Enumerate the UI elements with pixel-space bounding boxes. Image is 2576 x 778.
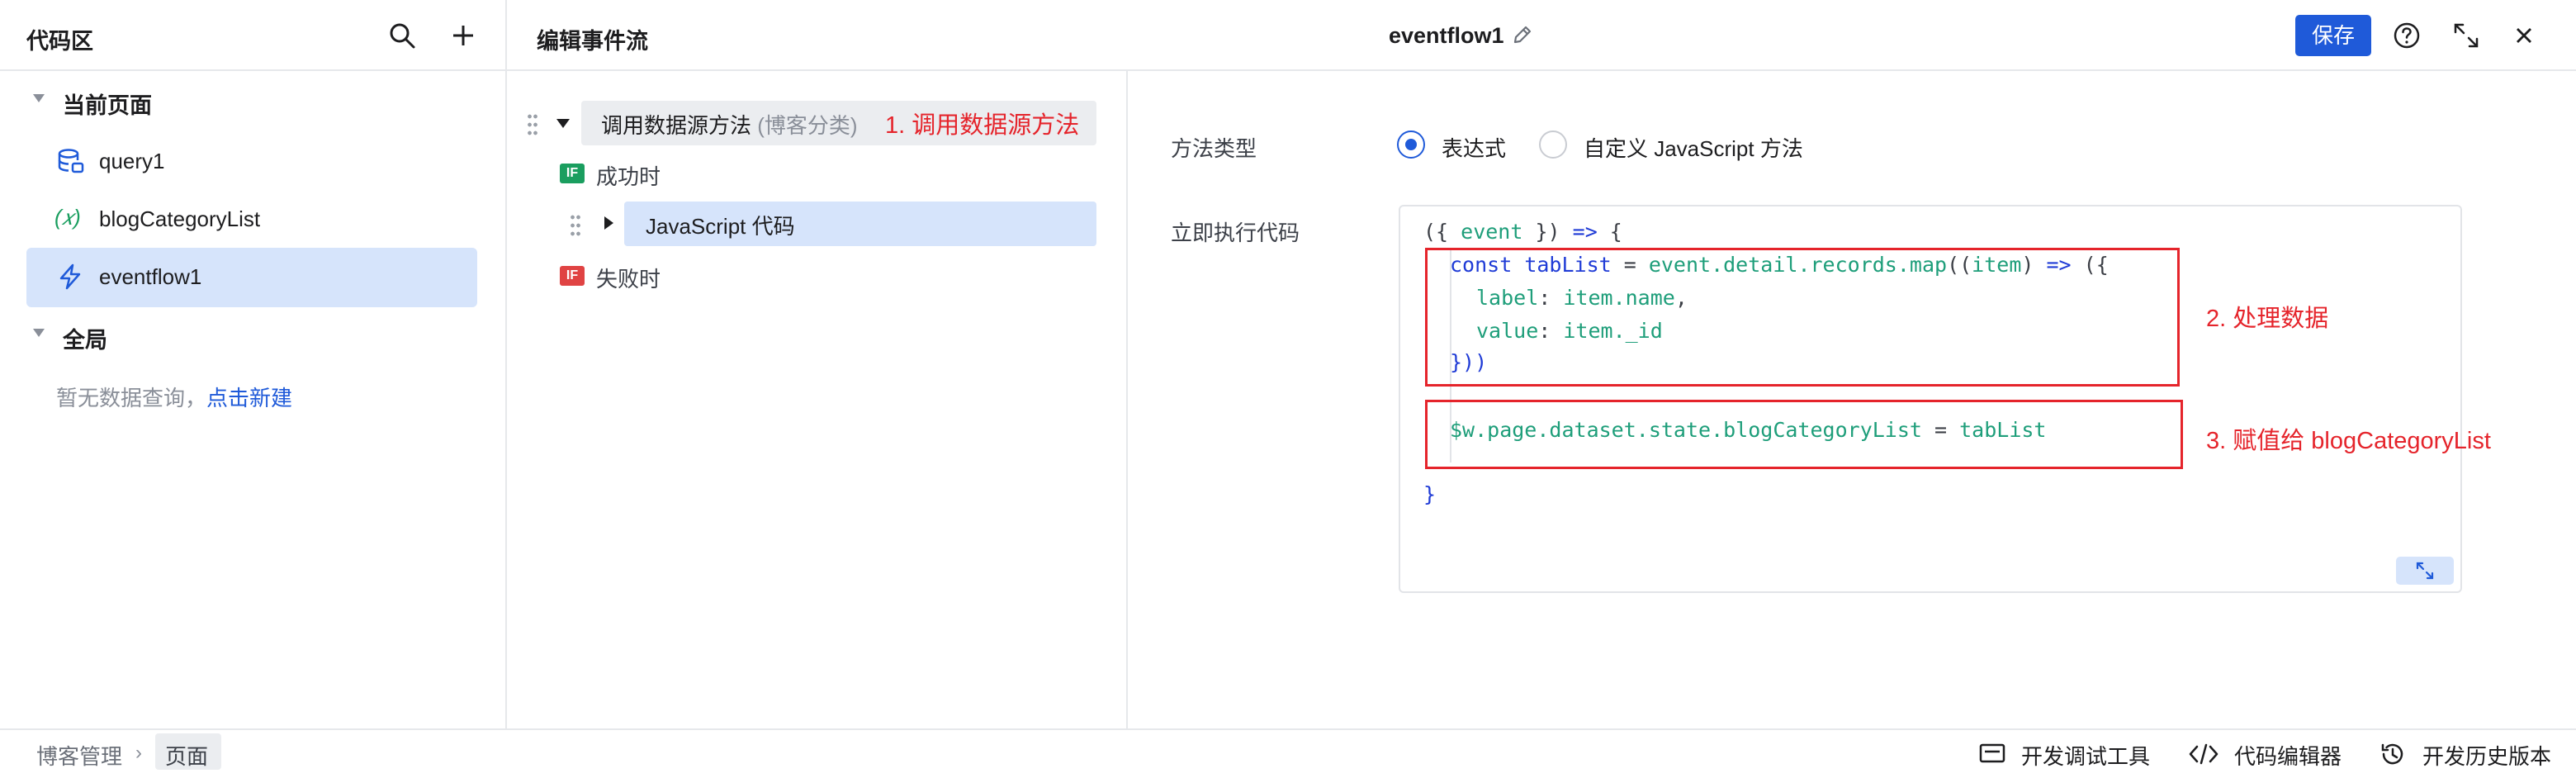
section-toggle-global[interactable] [33,329,45,337]
create-new-link[interactable]: 点击新建 [206,386,292,410]
add-icon[interactable] [449,21,477,50]
flow-branch-fail[interactable]: 失败时 [596,263,661,293]
lightning-icon [56,263,84,291]
history-button[interactable]: 开发历史版本 [2422,740,2551,771]
radio-expression-label[interactable]: 表达式 [1442,132,1506,163]
if-fail-badge: IF [560,266,585,286]
code-editor-button[interactable]: 代码编辑器 [2234,740,2342,771]
if-success-badge: IF [560,164,585,183]
page-title: 编辑事件流 [537,29,648,54]
sidebar-item-eventflow1[interactable] [26,248,477,307]
code-token: ({ [1423,220,1461,244]
editor-fullscreen-button[interactable] [2396,557,2454,585]
method-type-label: 方法类型 [1171,136,1257,161]
flow-name: eventflow1 [1389,23,1504,48]
code-token: { [1597,220,1622,244]
annotation-step3: 3. 赋值给 blogCategoryList [2206,428,2491,454]
run-code-label: 立即执行代码 [1171,221,1300,245]
code-token: => [1572,220,1598,244]
section-current-page[interactable]: 当前页面 [63,88,152,120]
chevron-right-icon[interactable] [604,216,613,230]
search-icon[interactable] [388,21,416,50]
code-token: event [1461,220,1523,244]
close-icon[interactable] [2510,21,2538,50]
breadcrumb-item[interactable]: 博客管理 [36,740,122,771]
empty-text: 暂无数据查询， [56,386,207,410]
sidebar-item-blogcategorylist[interactable]: blogCategoryList [99,206,260,232]
database-icon [56,147,84,175]
variable-icon: (𝑥) [54,205,81,230]
chevron-right-icon: › [135,742,142,764]
annotation-step1: 1. 调用数据源方法 [885,112,1080,139]
radio-expression[interactable] [1397,130,1425,159]
sidebar-item-query1[interactable]: query1 [99,149,165,174]
annotation-step2: 2. 处理数据 [2206,306,2329,332]
chevron-down-icon [33,329,45,337]
sidebar-item-label: eventflow1 [99,264,202,289]
history-icon [2379,742,2406,766]
radio-custom-js[interactable] [1539,130,1567,159]
edit-pencil-icon[interactable] [1511,23,1534,46]
radio-custom-js-label[interactable]: 自定义 JavaScript 方法 [1584,132,1803,163]
save-button[interactable]: 保存 [2295,15,2371,56]
node-category: (博客分类) [757,113,858,138]
chevron-down-icon [33,94,45,102]
editor-topbar [507,0,2576,71]
node-method: 调用数据源方法 [601,113,752,138]
flow-branch-success[interactable]: 成功时 [596,160,661,191]
code-token: }) [1522,220,1573,244]
expand-icon[interactable] [2452,21,2480,50]
collapse-caret-icon[interactable] [556,119,570,128]
global-empty-hint: 暂无数据查询，点击新建 [56,382,292,412]
flow-node-js-label: JavaScript 代码 [646,214,795,239]
code-area-title: 代码区 [26,29,93,54]
code-icon [2188,742,2219,766]
drag-handle-icon[interactable] [527,112,538,137]
section-toggle-current-page[interactable] [33,94,45,102]
help-icon[interactable] [2393,21,2421,50]
breadcrumb-current[interactable]: 页面 [165,740,208,771]
code-line-1: ({ event }) => { [1423,220,1622,244]
annotation-box-assign [1425,400,2183,469]
code-line-7: } [1423,482,1437,506]
expand-icon [2416,562,2434,580]
drag-handle-icon[interactable] [570,213,581,238]
debug-tool-button[interactable]: 开发调试工具 [2021,740,2150,771]
section-global[interactable]: 全局 [63,322,107,354]
flow-node-label: 调用数据源方法 (博客分类) [601,109,858,140]
annotation-box-process-data [1425,248,2180,387]
debug-tool-icon [1978,742,2006,766]
